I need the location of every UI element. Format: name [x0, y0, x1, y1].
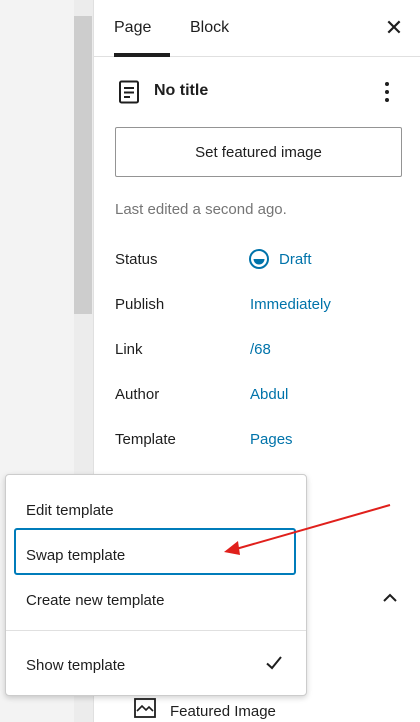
template-value[interactable]: Pages: [250, 431, 293, 448]
more-options-icon[interactable]: [376, 79, 398, 105]
checkmark-icon: [266, 656, 282, 670]
document-icon: [119, 80, 139, 104]
menu-divider: [6, 630, 306, 631]
status-value[interactable]: Draft: [279, 251, 312, 268]
tab-block[interactable]: Block: [190, 0, 250, 56]
show-template-item[interactable]: Show template: [26, 657, 125, 674]
tab-page[interactable]: Page: [114, 0, 174, 57]
featured-image-section-label[interactable]: Featured Image: [170, 703, 276, 720]
publish-label: Publish: [115, 296, 165, 313]
set-featured-image-button[interactable]: Set featured image: [115, 127, 402, 177]
edit-template-item[interactable]: Edit template: [26, 502, 114, 519]
last-edited-text: Last edited a second ago.: [115, 201, 287, 218]
draft-status-icon[interactable]: [248, 248, 270, 270]
author-label: Author: [115, 386, 160, 403]
publish-value[interactable]: Immediately: [250, 296, 331, 313]
swap-template-item[interactable]: Swap template: [26, 547, 125, 564]
create-new-template-item[interactable]: Create new template: [26, 592, 164, 609]
document-title: No title: [154, 82, 209, 99]
close-icon[interactable]: ✕: [380, 14, 408, 42]
link-label: Link: [115, 341, 143, 358]
template-options-popover: Edit template Swap template Create new t…: [5, 474, 307, 696]
sidebar-tabs: Page Block ✕: [94, 0, 420, 57]
status-label: Status: [115, 251, 158, 268]
template-label: Template: [115, 431, 176, 448]
featured-image-icon: [134, 698, 156, 718]
author-value[interactable]: Abdul: [250, 386, 288, 403]
link-value[interactable]: /68: [250, 341, 271, 358]
scrollbar-thumb[interactable]: [74, 16, 92, 314]
chevron-up-icon[interactable]: [378, 586, 402, 610]
